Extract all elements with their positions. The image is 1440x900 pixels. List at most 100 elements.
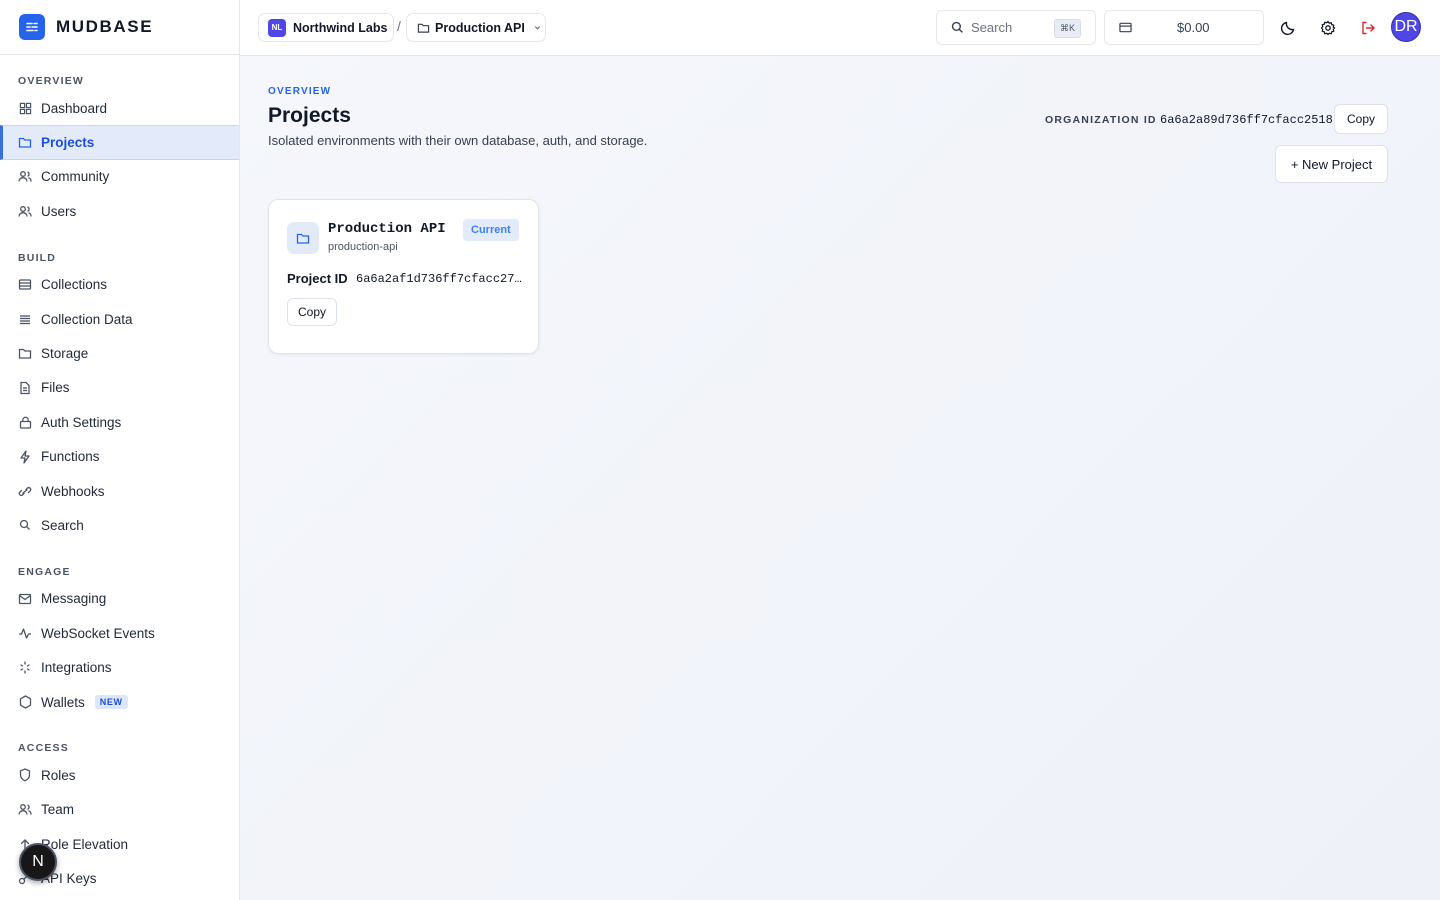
status-badge: Current xyxy=(463,219,519,241)
sidebar-item-label: Roles xyxy=(41,767,76,783)
credit-card-icon xyxy=(1119,22,1132,33)
project-id-label: Project ID xyxy=(287,271,348,286)
search-shortcut: ⌘K xyxy=(1053,19,1081,38)
breadcrumb-separator: / xyxy=(397,18,401,34)
sidebar-item-label: Community xyxy=(41,169,110,185)
sidebar-item-files[interactable]: Files xyxy=(0,371,239,405)
sidebar-item-label: Auth Settings xyxy=(41,414,122,430)
sidebar-item-wallets[interactable]: Wallets NEW xyxy=(0,685,239,719)
list-icon xyxy=(18,312,32,326)
search-placeholder: Search xyxy=(971,20,1013,35)
org-avatar: NL xyxy=(268,18,286,37)
folder-icon xyxy=(18,347,32,361)
project-name: Production API xyxy=(328,221,446,237)
brand-name: MUDBASE xyxy=(56,17,154,36)
project-slug: production-api xyxy=(328,241,398,253)
sidebar-item-roles[interactable]: Roles xyxy=(0,758,239,792)
brand-logo-icon xyxy=(19,14,45,40)
folder-icon xyxy=(287,222,319,254)
sidebar-item-label: Functions xyxy=(41,449,100,465)
moon-icon xyxy=(1280,20,1296,36)
search-icon xyxy=(18,518,32,532)
folder-icon xyxy=(417,22,430,34)
shield-icon xyxy=(18,768,32,782)
sidebar-item-auth-settings[interactable]: Auth Settings xyxy=(0,405,239,439)
sidebar-item-label: Files xyxy=(41,380,70,396)
section-title-overview: OVERVIEW xyxy=(18,75,85,87)
sidebar-item-label: Storage xyxy=(41,346,89,362)
logout-button[interactable] xyxy=(1356,16,1380,40)
project-card[interactable]: Production API production-api Current Pr… xyxy=(268,199,539,354)
activity-icon xyxy=(18,626,32,640)
sidebar-item-community[interactable]: Community xyxy=(0,160,239,194)
sidebar-item-storage[interactable]: Storage xyxy=(0,336,239,370)
sidebar-item-functions[interactable]: Functions xyxy=(0,440,239,474)
users-icon xyxy=(18,204,32,218)
section-title-engage: ENGAGE xyxy=(18,565,71,578)
users-icon xyxy=(18,170,32,184)
sidebar-item-label: Role Elevation xyxy=(41,836,129,852)
mail-icon xyxy=(18,592,32,606)
sidebar-item-collection-data[interactable]: Collection Data xyxy=(0,302,239,336)
database-icon xyxy=(18,278,32,292)
page-title: Projects xyxy=(268,104,351,127)
sidebar-item-collections[interactable]: Collections xyxy=(0,268,239,302)
sidebar-item-webhooks[interactable]: Webhooks xyxy=(0,474,239,508)
sidebar: MUDBASE OVERVIEW Dashboard Projects Comm… xyxy=(0,0,240,900)
link-icon xyxy=(18,484,32,498)
section-title-build: BUILD xyxy=(18,251,57,264)
sidebar-item-label: Collections xyxy=(41,277,108,293)
sidebar-item-label: Projects xyxy=(41,135,95,151)
sidebar-item-label: Dashboard xyxy=(41,100,108,116)
sidebar-item-team[interactable]: Team xyxy=(0,793,239,827)
sidebar-item-label: Collection Data xyxy=(41,311,133,327)
copy-org-id-button[interactable]: Copy xyxy=(1334,104,1388,134)
user-avatar[interactable]: DR xyxy=(1391,12,1421,42)
settings-button[interactable] xyxy=(1316,16,1340,40)
sidebar-item-label: Team xyxy=(41,802,75,818)
sidebar-item-projects[interactable]: Projects xyxy=(0,125,239,160)
project-switcher[interactable]: Production API xyxy=(406,13,546,42)
sidebar-item-label: WebSocket Events xyxy=(41,625,155,641)
sidebar-item-integrations[interactable]: Integrations xyxy=(0,650,239,684)
sparkle-icon xyxy=(18,661,32,675)
sidebar-item-label: Messaging xyxy=(41,591,107,607)
search-input[interactable]: Search ⌘K xyxy=(936,10,1096,45)
sidebar-item-websocket-events[interactable]: WebSocket Events xyxy=(0,616,239,650)
new-project-button[interactable]: + New Project xyxy=(1275,145,1388,183)
chevron-down-icon xyxy=(533,23,542,32)
users-icon xyxy=(18,803,32,817)
sidebar-item-label: Webhooks xyxy=(41,483,105,499)
page-subtitle: Isolated environments with their own dat… xyxy=(268,133,648,148)
sidebar-item-messaging[interactable]: Messaging xyxy=(0,582,239,616)
sidebar-item-label: Integrations xyxy=(41,660,112,676)
sidebar-item-label: Search xyxy=(41,517,84,533)
sidebar-item-users[interactable]: Users xyxy=(0,194,239,228)
sidebar-item-label: Wallets xyxy=(41,694,85,710)
lock-icon xyxy=(18,415,32,429)
grid-icon xyxy=(18,101,32,115)
copy-project-id-button[interactable]: Copy xyxy=(287,298,337,326)
top-bar: NL Northwind Labs / Production API Searc… xyxy=(240,0,1440,56)
balance-display[interactable]: $0.00 xyxy=(1104,10,1264,45)
gear-icon xyxy=(1320,20,1336,36)
new-badge: NEW xyxy=(94,695,128,710)
logout-icon xyxy=(1360,20,1376,36)
hexagon-icon xyxy=(18,695,32,709)
sidebar-item-dashboard[interactable]: Dashboard xyxy=(0,91,239,125)
org-switcher[interactable]: NL Northwind Labs xyxy=(258,13,394,42)
sidebar-nav: OVERVIEW Dashboard Projects Community Us… xyxy=(0,55,239,896)
theme-toggle-button[interactable] xyxy=(1276,16,1300,40)
org-name: Northwind Labs xyxy=(293,20,388,35)
assistant-fab-button[interactable]: N xyxy=(19,843,57,881)
search-icon xyxy=(951,21,964,34)
page-eyebrow: OVERVIEW xyxy=(268,86,332,97)
organization-id-value: 6a6a2a89d736ff7cfacc2518 xyxy=(1160,113,1333,127)
folder-icon xyxy=(18,136,32,150)
brand: MUDBASE xyxy=(0,0,239,55)
sidebar-item-search[interactable]: Search xyxy=(0,508,239,542)
file-icon xyxy=(18,381,32,395)
project-name: Production API xyxy=(435,20,525,35)
sidebar-item-label: Users xyxy=(41,203,77,219)
section-title-access: ACCESS xyxy=(18,742,69,755)
